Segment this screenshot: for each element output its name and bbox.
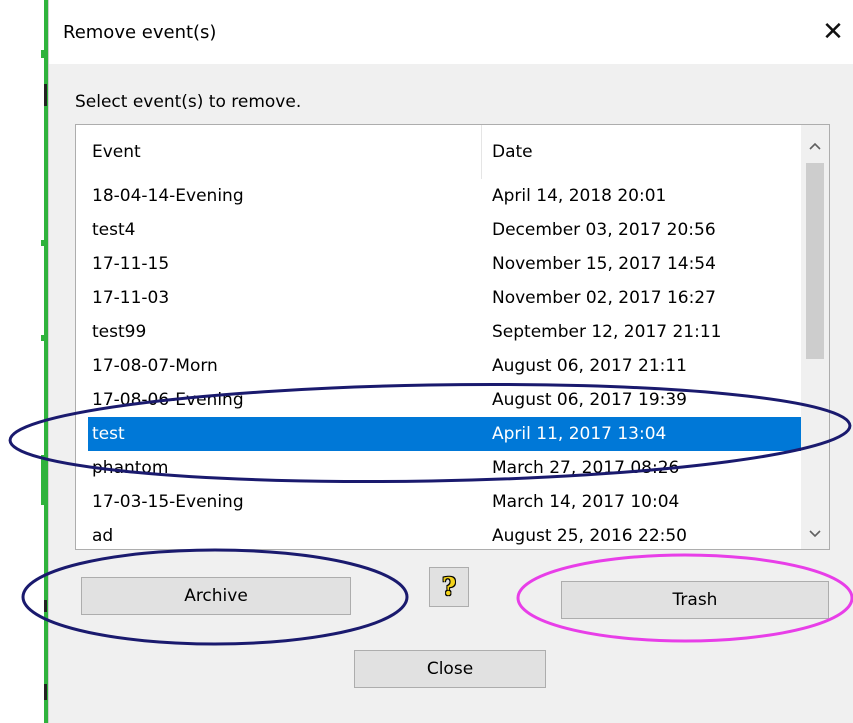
title-bar: Remove event(s) ✕ <box>49 0 853 64</box>
close-button[interactable]: Close <box>354 650 546 688</box>
event-name: test4 <box>92 220 136 240</box>
list-item[interactable]: phantom March 27, 2017 08:26 <box>88 451 801 485</box>
background-tick <box>41 335 44 341</box>
background-window-edge <box>0 0 48 723</box>
dialog-title: Remove event(s) <box>63 22 217 43</box>
list-item[interactable]: test4 December 03, 2017 20:56 <box>88 213 801 247</box>
column-divider[interactable] <box>481 125 482 179</box>
background-tick <box>44 600 47 612</box>
archive-button[interactable]: Archive <box>81 577 351 615</box>
column-header-date[interactable]: Date <box>492 125 533 179</box>
event-name: 17-11-15 <box>92 254 170 274</box>
event-name: ad <box>92 526 114 546</box>
event-date: March 27, 2017 08:26 <box>492 458 680 478</box>
list-item[interactable]: test99 September 12, 2017 21:11 <box>88 315 801 349</box>
vertical-scrollbar[interactable] <box>801 125 829 549</box>
background-tick <box>41 455 44 505</box>
event-date: November 02, 2017 16:27 <box>492 288 716 308</box>
remove-events-dialog: Remove event(s) ✕ Select event(s) to rem… <box>48 0 853 723</box>
event-name: 17-08-06-Evening <box>92 390 244 410</box>
event-name: 17-11-03 <box>92 288 170 308</box>
event-date: September 12, 2017 21:11 <box>492 322 722 342</box>
list-item[interactable]: 17-08-06-Evening August 06, 2017 19:39 <box>88 383 801 417</box>
background-tick <box>44 84 47 106</box>
event-date: August 25, 2016 22:50 <box>492 526 687 546</box>
background-tick <box>41 240 44 246</box>
chevron-down-icon[interactable] <box>801 519 829 549</box>
event-date: March 14, 2017 10:04 <box>492 492 680 512</box>
instruction-label: Select event(s) to remove. <box>75 92 302 112</box>
list-item[interactable]: ad August 25, 2016 22:50 <box>88 519 801 549</box>
list-item[interactable]: 17-11-03 November 02, 2017 16:27 <box>88 281 801 315</box>
event-name: phantom <box>92 458 169 478</box>
close-icon[interactable]: ✕ <box>815 14 851 50</box>
list-item[interactable]: 17-08-07-Morn August 06, 2017 21:11 <box>88 349 801 383</box>
help-question-icon: ? <box>441 572 457 601</box>
event-name: test <box>92 424 125 444</box>
event-name: 18-04-14-Evening <box>92 186 244 206</box>
list-item[interactable]: 18-04-14-Evening April 14, 2018 20:01 <box>88 179 801 213</box>
event-date: November 15, 2017 14:54 <box>492 254 716 274</box>
background-tick <box>41 50 44 58</box>
list-item[interactable]: 17-03-15-Evening March 14, 2017 10:04 <box>88 485 801 519</box>
event-name: test99 <box>92 322 147 342</box>
scroll-thumb[interactable] <box>806 163 824 359</box>
chevron-up-icon[interactable] <box>801 131 829 161</box>
event-date: August 06, 2017 21:11 <box>492 356 687 376</box>
list-item-selected[interactable]: test April 11, 2017 13:04 <box>88 417 801 451</box>
event-name: 17-08-07-Morn <box>92 356 218 376</box>
event-date: April 11, 2017 13:04 <box>492 424 667 444</box>
event-date: April 14, 2018 20:01 <box>492 186 667 206</box>
help-button[interactable]: ? <box>429 567 469 607</box>
event-date: December 03, 2017 20:56 <box>492 220 716 240</box>
background-tick <box>44 684 47 700</box>
event-name: 17-03-15-Evening <box>92 492 244 512</box>
list-item[interactable]: 17-11-15 November 15, 2017 14:54 <box>88 247 801 281</box>
event-date: August 06, 2017 19:39 <box>492 390 687 410</box>
column-header-event[interactable]: Event <box>92 125 141 179</box>
events-list[interactable]: Event Date 18-04-14-Evening April 14, 20… <box>75 124 830 550</box>
trash-button[interactable]: Trash <box>561 581 829 619</box>
